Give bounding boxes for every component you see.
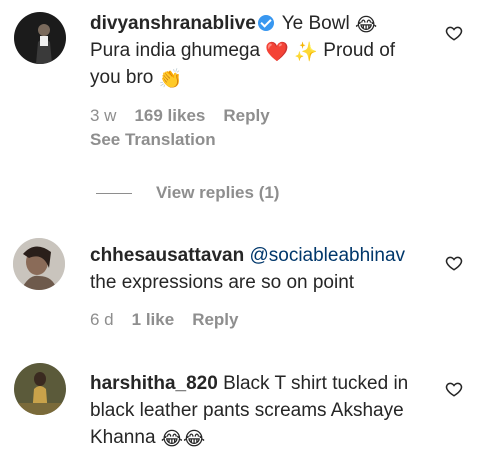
red-heart-emoji-icon: ❤️ xyxy=(265,42,290,63)
comment-time: 6 d xyxy=(90,310,114,329)
comment-body: divyanshranablive Ye Bowl 😂 Pura india g… xyxy=(90,10,430,91)
view-replies-button[interactable]: View replies (1) xyxy=(96,183,279,203)
comment-meta: 6 d 1 like Reply xyxy=(90,310,238,330)
divider-line xyxy=(96,192,132,194)
comment-item: harshitha_820 Black T shirt tucked in bl… xyxy=(0,356,479,451)
comment-time: 3 w xyxy=(90,106,117,125)
avatar[interactable] xyxy=(14,363,66,415)
comment-meta: 3 w 169 likes Reply xyxy=(90,106,270,126)
view-replies-label: View replies (1) xyxy=(156,183,280,202)
comment-username[interactable]: divyanshranablive xyxy=(90,13,256,34)
reply-button[interactable]: Reply xyxy=(192,310,238,330)
avatar-image xyxy=(14,12,66,64)
mention-link[interactable]: @sociableabhinav xyxy=(249,245,405,266)
clapping-hands-emoji-icon: 👏 xyxy=(158,69,183,90)
see-translation-link[interactable]: See Translation xyxy=(90,130,216,150)
comment-body: harshitha_820 Black T shirt tucked in bl… xyxy=(90,370,430,451)
heart-outline-icon[interactable] xyxy=(445,24,463,42)
comment-item: divyanshranablive Ye Bowl 😂 Pura india g… xyxy=(0,0,479,215)
verified-badge-icon xyxy=(257,15,274,31)
comment-text: Ye Bowl xyxy=(281,13,350,34)
comment-text: the expressions are so on point xyxy=(90,272,355,293)
sparkles-emoji-icon: ✨ xyxy=(294,42,318,63)
tears-of-joy-emoji-icon: 😂 xyxy=(183,429,206,450)
likes-count[interactable]: 169 likes xyxy=(134,106,205,126)
avatar-image xyxy=(13,238,65,290)
reply-button[interactable]: Reply xyxy=(223,106,269,126)
comment-item: chhesausattavan @sociableabhinav the exp… xyxy=(0,230,479,340)
comment-username[interactable]: chhesausattavan xyxy=(90,245,244,266)
likes-count[interactable]: 1 like xyxy=(132,310,175,330)
heart-outline-icon[interactable] xyxy=(445,254,463,272)
avatar-image xyxy=(14,363,66,415)
heart-outline-icon[interactable] xyxy=(445,380,463,398)
avatar[interactable] xyxy=(14,12,66,64)
comment-username[interactable]: harshitha_820 xyxy=(90,373,218,394)
comment-body: chhesausattavan @sociableabhinav the exp… xyxy=(90,242,430,296)
tears-of-joy-emoji-icon: 😂 xyxy=(354,15,378,36)
tears-of-joy-emoji-icon: 😂 xyxy=(160,429,183,450)
comment-text: Pura india ghumega xyxy=(90,40,261,61)
avatar[interactable] xyxy=(13,238,65,290)
